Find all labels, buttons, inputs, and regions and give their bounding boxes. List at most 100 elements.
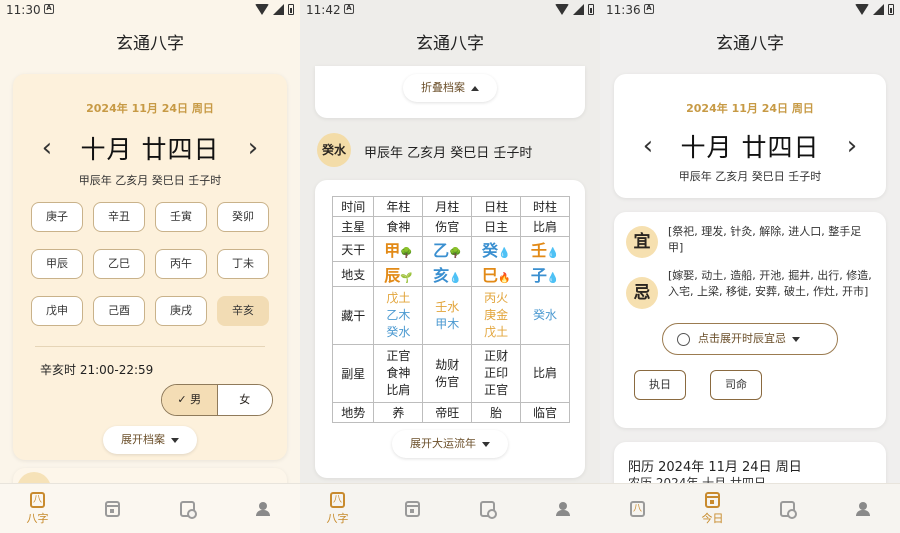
nav-bazi[interactable] (600, 484, 675, 533)
signal-icon (573, 4, 584, 15)
yi-text: [祭祀, 理发, 针灸, 解除, 进人口, 整手足甲] (668, 225, 862, 254)
wifi-icon (855, 4, 869, 15)
element-icon: 🔥 (497, 273, 511, 284)
hour-pill[interactable]: 戊申 (31, 296, 83, 326)
expand-profile-button[interactable]: 展开档案 (103, 426, 197, 454)
next-day-button[interactable]: › (842, 131, 862, 161)
hour-pill[interactable]: 丙午 (155, 249, 207, 279)
earth-branch-cell: 辰🌱 (373, 261, 424, 287)
nav-calendar[interactable] (375, 484, 450, 533)
main-star-row: 主星 食神 伤官 日主 比肩 (331, 216, 570, 237)
next-day-button[interactable]: › (243, 133, 263, 163)
date-card: 2024年 11月 24日 周日 ‹ 十月 廿四日 › 甲辰年 乙亥月 癸巳日 … (614, 74, 886, 198)
signal-icon (873, 4, 884, 15)
date-picker-card: 2024年 11月 24日 周日 ‹ 十月 廿四日 › 甲辰年 乙亥月 癸巳日 … (13, 74, 287, 460)
element-icon: 💧 (546, 273, 560, 284)
nav-bazi[interactable]: 八字 (0, 484, 75, 533)
nav-search[interactable] (750, 484, 825, 533)
clipboard-search-icon (180, 500, 197, 519)
hidden-stem-item: 癸水 (533, 308, 558, 322)
earth-branch-cell: 巳🔥 (471, 261, 522, 287)
wifi-icon (555, 4, 569, 15)
sub-star-item: 伤官 (435, 374, 460, 389)
header-cell: 年柱 (373, 196, 424, 217)
battery-icon (888, 4, 894, 15)
hidden-stem-item: 戊土 (484, 325, 509, 339)
hidden-stem-cell: 壬水 甲木 (422, 286, 473, 345)
gender-female-button[interactable]: 女 (217, 385, 272, 415)
collapse-profile-button[interactable]: 折叠档案 (403, 74, 497, 102)
hour-pill[interactable]: 癸卯 (217, 202, 269, 232)
row-label: 副星 (331, 344, 375, 403)
hour-pill[interactable]: 乙巳 (93, 249, 145, 279)
bazi-table: 时间 年柱 月柱 日柱 时柱 主星 食神 伤官 日主 比肩 天干 甲🌳 乙🌳 癸💧 壬💧 地支 辰🌱 亥💧 巳🔥 子💧… (331, 196, 570, 423)
caret-down-icon (171, 437, 179, 443)
sub-star-item: 食神 (386, 366, 411, 380)
calendar-icon (105, 500, 120, 517)
earth-branch-cell: 子💧 (520, 261, 570, 287)
hidden-stem-item: 壬水 (435, 299, 460, 314)
calendar-icon (405, 500, 420, 517)
ji-text: [嫁娶, 动土, 造船, 开池, 掘井, 出行, 修造, 入宅, 上梁, 移徙,… (668, 269, 872, 298)
sub-star-cell: 比肩 (520, 344, 570, 403)
heaven-stem-char: 乙 (433, 241, 450, 260)
hour-pill[interactable]: 庚子 (31, 202, 83, 232)
nav-profile[interactable] (525, 484, 600, 533)
zhi-ri-button[interactable]: 执日 (634, 370, 686, 400)
hour-pill[interactable]: 辛丑 (93, 202, 145, 232)
gender-male-button[interactable]: ✓ 男 (162, 385, 218, 415)
nav-profile[interactable] (225, 484, 300, 533)
bazi-chart-card: 时间 年柱 月柱 日柱 时柱 主星 食神 伤官 日主 比肩 天干 甲🌳 乙🌳 癸💧 壬💧 地支 辰🌱 亥💧 巳🔥 子💧… (315, 180, 585, 478)
expand-hourly-button[interactable]: 点击展开时辰宜忌 (662, 323, 838, 355)
gender-toggle: ✓ 男 女 (161, 384, 273, 416)
heaven-stem-char: 壬 (530, 241, 547, 260)
day-master-badge: 癸水 (317, 133, 351, 167)
header-cell: 日柱 (471, 196, 522, 217)
heaven-stem-cell: 壬💧 (520, 236, 570, 262)
sub-star-item: 正财 (484, 349, 509, 363)
hidden-stem-item: 戊土 (386, 291, 411, 305)
terrain-cell: 养 (373, 402, 424, 423)
ji-badge: 忌 (626, 277, 658, 309)
main-star-cell: 日主 (471, 216, 522, 237)
prev-day-button[interactable]: ‹ (638, 131, 658, 161)
main-star-cell: 比肩 (520, 216, 570, 237)
ganzhi-line: 甲辰年 乙亥月 癸巳日 壬子时 (678, 170, 822, 183)
nav-profile[interactable] (825, 484, 900, 533)
battery-icon (288, 4, 294, 15)
status-bar: 11:30 A (0, 0, 300, 22)
hour-pill[interactable]: 辛亥 (217, 296, 269, 326)
caret-up-icon (471, 85, 479, 91)
user-icon (555, 501, 570, 516)
terrain-cell: 胎 (471, 402, 522, 423)
hour-grid: 庚子 辛丑 壬寅 癸卯甲辰 乙巳 丙午 丁未戊申 己酉 庚戌 辛亥 (13, 202, 287, 326)
element-icon: 🌱 (400, 273, 413, 284)
terrain-cell: 临官 (520, 402, 570, 423)
ganzhi-line: 甲辰年 乙亥月 癸巳日 壬子时 (364, 146, 533, 161)
bazi-book-icon (30, 491, 45, 508)
hour-pill[interactable]: 甲辰 (31, 249, 83, 279)
sub-star-item: 比肩 (533, 366, 558, 380)
sub-star-cell: 正官 食神 比肩 (373, 344, 424, 403)
caret-down-icon (792, 336, 800, 342)
sub-star-item: 正印 (484, 366, 509, 380)
lunar-date: 十月 廿四日 (680, 133, 820, 162)
hour-pill[interactable]: 庚戌 (155, 296, 207, 326)
earth-branch-char: 亥 (433, 266, 450, 285)
hour-pill[interactable]: 己酉 (93, 296, 145, 326)
nav-calendar[interactable]: 今日 (675, 484, 750, 533)
nav-calendar[interactable] (75, 484, 150, 533)
user-icon (855, 501, 870, 516)
si-ming-button[interactable]: 司命 (710, 370, 762, 400)
nav-search[interactable] (150, 484, 225, 533)
nav-bazi[interactable]: 八字 (300, 484, 375, 533)
hour-pill[interactable]: 丁未 (217, 249, 269, 279)
element-icon: 💧 (497, 248, 511, 259)
hour-pill[interactable]: 壬寅 (155, 202, 207, 232)
app-title: 玄通八字 (116, 34, 184, 54)
terrain-cell: 帝旺 (422, 402, 473, 423)
nav-search[interactable] (450, 484, 525, 533)
prev-day-button[interactable]: ‹ (37, 133, 57, 163)
sub-star-cell: 正财 正印 正官 (471, 344, 522, 403)
expand-luck-button[interactable]: 展开大运流年 (392, 430, 508, 458)
